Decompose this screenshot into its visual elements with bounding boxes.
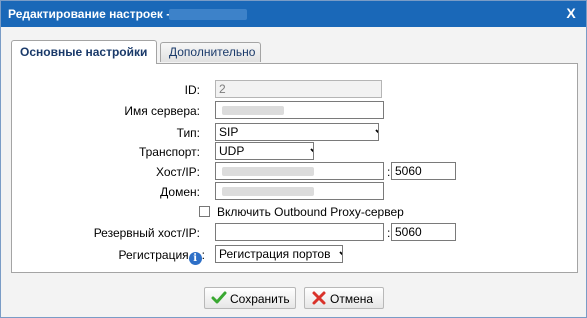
host-port-value: 5060 bbox=[395, 164, 422, 178]
type-select[interactable]: SIP bbox=[215, 123, 379, 141]
backup-host-row: Резервный хост/IP: : 5060 bbox=[12, 223, 577, 243]
tab-additional[interactable]: Дополнительно bbox=[160, 42, 261, 62]
transport-row: Транспорт: UDP bbox=[12, 142, 577, 162]
save-button-label: Сохранить bbox=[230, 292, 290, 306]
server-name-redacted bbox=[222, 106, 284, 115]
type-label: Тип: bbox=[176, 126, 200, 140]
host-row: Хост/IP: : 5060 bbox=[12, 162, 577, 182]
host-port-input[interactable]: 5060 bbox=[391, 162, 456, 180]
type-row: Тип: SIP bbox=[12, 123, 577, 143]
registration-label: Регистрация bbox=[118, 248, 189, 262]
info-icon[interactable]: i bbox=[188, 252, 202, 265]
backup-port-input[interactable]: 5060 bbox=[391, 223, 456, 241]
backup-host-label: Резервный хост/IP: bbox=[93, 226, 200, 240]
dialog-titlebar[interactable]: Редактирование настроек - X bbox=[1, 1, 586, 27]
save-button[interactable]: Сохранить bbox=[204, 287, 296, 309]
transport-select[interactable]: UDP bbox=[215, 142, 314, 160]
domain-input[interactable] bbox=[215, 182, 384, 200]
settings-panel: ID: 2 Имя сервера: Тип: SIP Транспорт: U… bbox=[11, 63, 578, 273]
registration-selected-value: Регистрация портов bbox=[219, 247, 331, 261]
outbound-proxy-label: Включить Outbound Proxy-сервер bbox=[217, 205, 404, 219]
domain-redacted bbox=[222, 187, 314, 196]
checkmark-icon bbox=[211, 290, 227, 306]
tab-basic-settings[interactable]: Основные настройки bbox=[11, 40, 157, 64]
dialog-title: Редактирование настроек - bbox=[8, 7, 171, 21]
domain-row: Домен: bbox=[12, 182, 577, 202]
host-port-colon: : bbox=[387, 165, 391, 179]
dialog-title-redacted bbox=[169, 9, 247, 20]
id-field: 2 bbox=[215, 80, 382, 98]
id-row: ID: 2 bbox=[12, 80, 577, 100]
outbound-proxy-checkbox[interactable] bbox=[199, 206, 210, 217]
backup-port-colon: : bbox=[387, 226, 391, 240]
registration-label-group: Регистрация i: bbox=[118, 248, 205, 265]
id-value: 2 bbox=[219, 82, 226, 96]
id-label: ID: bbox=[184, 83, 200, 97]
transport-selected-value: UDP bbox=[219, 144, 245, 158]
type-selected-value: SIP bbox=[219, 125, 239, 139]
server-name-input[interactable] bbox=[215, 101, 384, 119]
host-input[interactable] bbox=[215, 162, 384, 180]
registration-colon: : bbox=[201, 248, 205, 262]
host-label: Хост/IP: bbox=[155, 165, 200, 179]
backup-port-value: 5060 bbox=[395, 225, 422, 239]
backup-host-input[interactable] bbox=[215, 223, 384, 241]
edit-settings-dialog: Редактирование настроек - X Основные нас… bbox=[0, 0, 587, 318]
outbound-proxy-row: Включить Outbound Proxy-сервер bbox=[12, 203, 577, 223]
cancel-button-label: Отмена bbox=[330, 292, 374, 306]
registration-row: Регистрация i: Регистрация портов bbox=[12, 245, 577, 265]
server-name-label: Имя сервера: bbox=[124, 104, 200, 118]
host-redacted bbox=[222, 167, 314, 176]
domain-label: Домен: bbox=[160, 185, 200, 199]
registration-select[interactable]: Регистрация портов bbox=[215, 245, 343, 263]
transport-label: Транспорт: bbox=[138, 145, 200, 159]
cross-icon bbox=[311, 290, 327, 306]
cancel-button[interactable]: Отмена bbox=[304, 287, 384, 309]
close-icon[interactable]: X bbox=[564, 5, 578, 21]
server-name-row: Имя сервера: bbox=[12, 101, 577, 121]
